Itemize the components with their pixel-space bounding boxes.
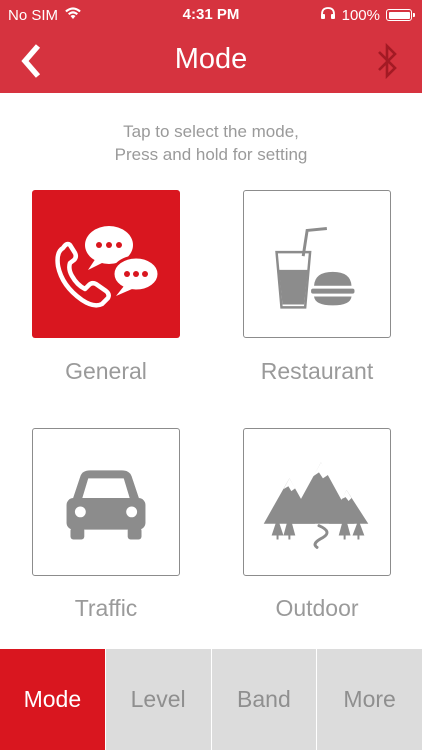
car-icon <box>66 470 146 540</box>
mode-outdoor-label: Outdoor <box>275 595 359 621</box>
tab-level[interactable]: Level <box>104 649 211 750</box>
battery-fill <box>388 11 410 19</box>
tab-mode[interactable]: Mode <box>0 649 105 750</box>
bluetooth-icon[interactable] <box>374 40 400 82</box>
mode-traffic-label: Traffic <box>74 595 138 621</box>
mode-outdoor-button[interactable] <box>243 428 391 576</box>
navigation-bar: Mode <box>0 28 422 93</box>
status-bar: No SIM 4:31 PM 100% <box>0 0 422 28</box>
status-right: 100% <box>320 6 415 24</box>
mode-traffic-button[interactable] <box>32 428 180 576</box>
mode-restaurant-label: Restaurant <box>260 358 374 384</box>
page-title: Mode <box>174 43 248 75</box>
drink-burger-icon <box>275 227 355 309</box>
mode-restaurant-button[interactable] <box>243 190 391 338</box>
headphones-icon <box>320 6 336 24</box>
instructions: Tap to select the mode, Press and hold f… <box>0 120 422 166</box>
tab-band[interactable]: Band <box>210 649 317 750</box>
battery-percent: 100% <box>341 6 380 24</box>
phone-chat-icon <box>55 226 161 308</box>
mode-general-label: General <box>65 358 147 384</box>
mode-general-button[interactable] <box>32 190 180 338</box>
battery-icon <box>386 9 415 21</box>
instruction-line-2: Press and hold for setting <box>114 145 308 164</box>
tab-bar: Mode Level Band More <box>0 649 422 750</box>
mountains-icon <box>263 462 369 549</box>
tab-more[interactable]: More <box>316 649 422 750</box>
instruction-line-1: Tap to select the mode, <box>123 122 299 141</box>
